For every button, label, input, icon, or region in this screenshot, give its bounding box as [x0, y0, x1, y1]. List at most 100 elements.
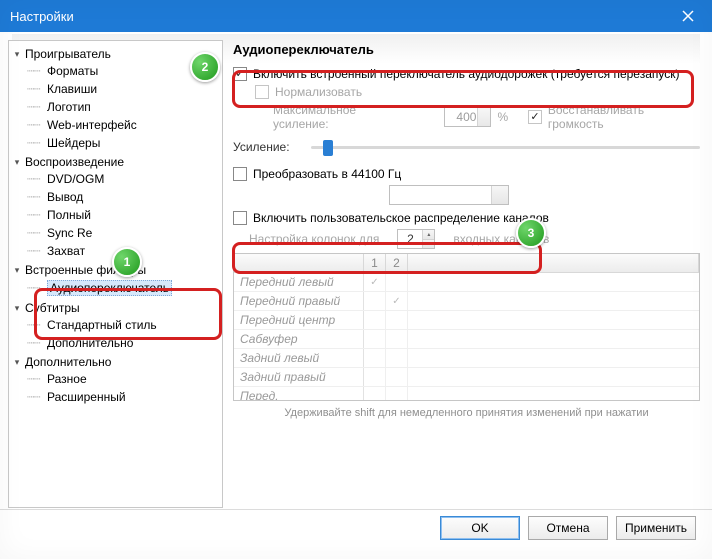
matrix-cell[interactable]	[364, 311, 386, 329]
tree-label: Дополнительно	[47, 336, 133, 350]
tree-node-formats[interactable]: ┈┈Форматы	[27, 63, 220, 79]
matrix-cell[interactable]	[364, 387, 386, 401]
tree-branch-icon: ┈┈	[27, 208, 45, 222]
table-row[interactable]: Задний правый	[234, 368, 699, 387]
table-row[interactable]: Задний левый	[234, 349, 699, 368]
tree-node-web[interactable]: ┈┈Web-интерфейс	[27, 117, 220, 133]
col-header-1: 1	[364, 254, 386, 272]
tree-label: Захват	[47, 244, 85, 258]
category-tree[interactable]: Проигрыватель ┈┈Форматы ┈┈Клавиши ┈┈Лого…	[8, 40, 223, 508]
table-row[interactable]: Передний центр	[234, 311, 699, 330]
slider-gain[interactable]	[311, 137, 700, 157]
tree-node-dvd[interactable]: ┈┈DVD/OGM	[27, 171, 220, 187]
row-label: Передний левый	[234, 273, 364, 291]
tree-node-output[interactable]: ┈┈Вывод	[27, 189, 220, 205]
tree-label: Воспроизведение	[25, 155, 124, 169]
tree-node-capture[interactable]: ┈┈Захват	[27, 243, 220, 259]
tree-node-ext[interactable]: ┈┈Расширенный	[27, 389, 220, 405]
label-gain: Усиление:	[233, 140, 303, 154]
tree-toggle-icon[interactable]	[11, 356, 23, 368]
matrix-cell[interactable]	[364, 273, 386, 291]
channel-matrix-table[interactable]: 1 2 Передний левый Передний правый Перед…	[233, 253, 700, 401]
button-label: OK	[471, 521, 488, 535]
matrix-cell[interactable]	[386, 330, 408, 348]
tree-node-sub-adv[interactable]: ┈┈Дополнительно	[27, 335, 220, 351]
tree-node-shaders[interactable]: ┈┈Шейдеры	[27, 135, 220, 151]
button-label: Отмена	[546, 521, 589, 535]
matrix-cell[interactable]	[364, 368, 386, 386]
tree-node-internal-filters[interactable]: Встроенные фильтры	[11, 262, 220, 278]
matrix-cell[interactable]	[386, 349, 408, 367]
row-label: Передний центр	[234, 311, 364, 329]
table-row[interactable]: Передний правый	[234, 292, 699, 311]
tree-branch-icon: ┈┈	[27, 372, 45, 386]
input-speaker-count[interactable]: 2 ▴▾	[397, 229, 435, 249]
tree-node-misc[interactable]: ┈┈Разное	[27, 371, 220, 387]
tree-node-audio-switcher[interactable]: ┈┈Аудиопереключатель	[27, 279, 220, 297]
table-row[interactable]: Передний левый	[234, 273, 699, 292]
checkbox-custom-channel-map[interactable]	[233, 211, 247, 225]
matrix-cell[interactable]	[364, 330, 386, 348]
row-label: Перед. центр.левый	[234, 387, 364, 401]
panel-heading: Аудиопереключатель	[233, 42, 700, 57]
tree-node-sub-std[interactable]: ┈┈Стандартный стиль	[27, 317, 220, 333]
label-restore-volume: Восстанавливать громкость	[548, 103, 700, 131]
tree-node-playback[interactable]: Воспроизведение	[11, 154, 220, 170]
table-row[interactable]: Перед. центр.левый	[234, 387, 699, 401]
tree-toggle-icon[interactable]	[11, 264, 23, 276]
settings-panel: Аудиопереключатель Включить встроенный п…	[227, 32, 712, 512]
spin-down-icon[interactable]: ▾	[423, 240, 434, 249]
tree-label: Стандартный стиль	[47, 318, 157, 332]
tree-label: Встроенные фильтры	[25, 263, 146, 277]
tree-branch-icon: ┈┈	[27, 100, 45, 114]
tree-node-keys[interactable]: ┈┈Клавиши	[27, 81, 220, 97]
matrix-cell[interactable]	[386, 292, 408, 310]
matrix-cell[interactable]	[364, 349, 386, 367]
label-max-gain: Максимальное усиление:	[273, 103, 412, 131]
apply-button[interactable]: Применить	[616, 516, 696, 540]
input-max-gain[interactable]: 400	[444, 107, 491, 127]
close-button[interactable]	[674, 2, 702, 30]
table-row[interactable]: Сабвуфер	[234, 330, 699, 349]
checkbox-normalize[interactable]	[255, 85, 269, 99]
ok-button[interactable]: OK	[440, 516, 520, 540]
matrix-cell[interactable]	[386, 368, 408, 386]
combo-unknown[interactable]	[389, 185, 509, 205]
tree-node-logo[interactable]: ┈┈Логотип	[27, 99, 220, 115]
value-speaker-count: 2	[407, 232, 414, 246]
matrix-cell[interactable]	[386, 273, 408, 291]
row-label: Задний левый	[234, 349, 364, 367]
chevron-down-icon	[496, 192, 504, 197]
tree-toggle-icon[interactable]	[11, 302, 23, 314]
matrix-cell[interactable]	[364, 292, 386, 310]
cancel-button[interactable]: Отмена	[528, 516, 608, 540]
table-header: 1 2	[234, 254, 699, 273]
label-convert-44100: Преобразовать в 44100 Гц	[253, 167, 401, 181]
tree-toggle-icon[interactable]	[11, 48, 23, 60]
tree-node-player[interactable]: Проигрыватель	[11, 46, 220, 62]
tree-label: Разное	[47, 372, 87, 386]
tree-branch-icon: ┈┈	[27, 318, 45, 332]
tree-node-sync[interactable]: ┈┈Sync Re	[27, 225, 220, 241]
checkbox-restore-volume[interactable]	[528, 110, 542, 124]
spin-up-icon[interactable]: ▴	[423, 230, 434, 240]
matrix-cell[interactable]	[386, 311, 408, 329]
tree-branch-icon: ┈┈	[27, 82, 45, 96]
tree-node-subtitles[interactable]: Субтитры	[11, 300, 220, 316]
tree-branch-icon: ┈┈	[27, 190, 45, 204]
tree-branch-icon: ┈┈	[27, 281, 45, 295]
row-label: Задний правый	[234, 368, 364, 386]
tree-label: Полный	[47, 208, 91, 222]
checkbox-convert-44100[interactable]	[233, 167, 247, 181]
label-normalize: Нормализовать	[275, 85, 362, 99]
tree-label: Дополнительно	[25, 355, 111, 369]
tree-node-full[interactable]: ┈┈Полный	[27, 207, 220, 223]
slider-thumb-icon[interactable]	[323, 140, 333, 156]
checkbox-enable-switcher[interactable]	[233, 67, 247, 81]
tree-node-extra[interactable]: Дополнительно	[11, 354, 220, 370]
tree-label: Вывод	[47, 190, 83, 204]
tree-toggle-icon[interactable]	[11, 156, 23, 168]
matrix-cell[interactable]	[386, 387, 408, 401]
tree-branch-icon: ┈┈	[27, 390, 45, 404]
tree-label: Форматы	[47, 64, 98, 78]
